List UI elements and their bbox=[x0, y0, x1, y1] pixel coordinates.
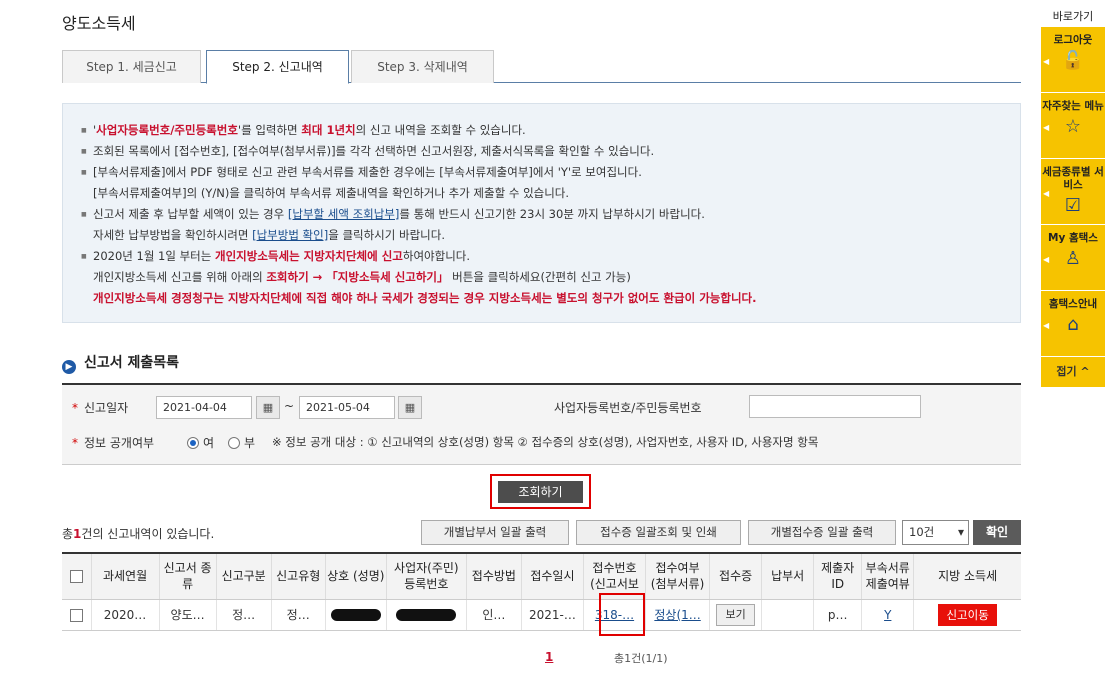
date-range-tilde: ~ bbox=[284, 399, 295, 413]
tab-step1[interactable]: Step 1. 세금신고 bbox=[62, 50, 201, 83]
cell-name-redacted bbox=[325, 599, 387, 631]
quick-logout[interactable]: ◀ 로그아웃 🔓 bbox=[1041, 27, 1105, 93]
date-from-input[interactable]: 2021-04-04 bbox=[156, 396, 252, 419]
home-icon: ⌂ bbox=[1067, 314, 1079, 335]
calendar-icon[interactable]: ▦ bbox=[256, 396, 280, 419]
col-header: 신고유형 bbox=[271, 552, 326, 600]
info-line: [부속서류제출여부]의 (Y/N)을 클릭하여 부속서류 제출내역을 확인하거나… bbox=[93, 186, 570, 200]
calendar-icon[interactable]: ▦ bbox=[398, 396, 422, 419]
cell-division: 정… bbox=[216, 599, 272, 631]
info-line: '사업자등록번호/주민등록번호'를 입력하면 최대 1년치의 신고 내역을 조회… bbox=[81, 120, 1020, 141]
table-row: 2020… 양도… 정… 정… 인… 2021-… 318-… 정상(1… 보기… bbox=[62, 599, 1021, 631]
cell-kind: 양도… bbox=[159, 599, 217, 631]
result-count: 총1건의 신고내역이 있습니다. bbox=[62, 527, 215, 541]
col-header: 접수여부 (첨부서류) bbox=[645, 552, 711, 600]
row-checkbox[interactable] bbox=[62, 599, 92, 631]
page-title: 양도소득세 bbox=[62, 14, 136, 33]
info-line: 신고서 제출 후 납부할 세액이 있는 경우 [납부할 세액 조회납부]를 통해… bbox=[81, 204, 1020, 225]
quick-fold-button[interactable]: 접기 ^ bbox=[1041, 357, 1105, 387]
disclosure-note: ※ 정보 공개 대상 : ① 신고내역의 상호(성명) 항목 ② 접수증의 상호… bbox=[272, 435, 819, 449]
col-header: 납부서 bbox=[761, 552, 815, 600]
select-all-checkbox[interactable] bbox=[62, 552, 92, 600]
col-header: 부속서류 제출여뷰 bbox=[861, 552, 915, 600]
cell-type: 정… bbox=[271, 599, 326, 631]
star-icon: ☆ bbox=[1064, 116, 1082, 137]
date-to-input[interactable]: 2021-05-04 bbox=[299, 396, 395, 419]
info-line: 2020년 1월 1일 부터는 개인지방소득세는 지방자치단체에 신고하여야합니… bbox=[81, 246, 1020, 267]
disclosure-no-radio[interactable]: 부 bbox=[228, 434, 255, 451]
cell-id-redacted bbox=[386, 599, 467, 631]
receipt-no-highlight bbox=[599, 593, 645, 636]
cell-submitter: p… bbox=[813, 599, 863, 631]
info-box: '사업자등록번호/주민등록번호'를 입력하면 최대 1년치의 신고 내역을 조회… bbox=[62, 103, 1021, 323]
cell-attach[interactable]: Y bbox=[861, 599, 915, 631]
payment-method-link[interactable]: [납부방법 확인] bbox=[252, 228, 328, 242]
quick-my-hometax[interactable]: ◀ My 홈택스 ♙ bbox=[1041, 225, 1105, 291]
unlock-icon: 🔓 bbox=[1061, 50, 1085, 71]
view-receipt-button[interactable]: 보기 bbox=[716, 603, 755, 626]
disclosure-label: * 정보 공개여부 bbox=[72, 436, 155, 450]
col-header: 상호 (성명) bbox=[325, 552, 387, 600]
cell-payment bbox=[761, 599, 815, 631]
col-header: 접수증 bbox=[709, 552, 763, 600]
tab-step3[interactable]: Step 3. 삭제내역 bbox=[351, 50, 494, 83]
go-report-button[interactable]: 신고이동 bbox=[938, 603, 997, 626]
checklist-icon: ☑ bbox=[1064, 195, 1082, 216]
quick-menu: 바로가기 ◀ 로그아웃 🔓 ◀ 자주찾는 메뉴 ☆ ◀ 세금종류별 서비스 ☑ ◀ My 홈택… bbox=[1041, 8, 1105, 387]
date-label: * 신고일자 bbox=[72, 401, 129, 415]
attach-link[interactable]: Y bbox=[884, 608, 891, 622]
section-title: ▶ 신고서 제출목록 bbox=[62, 352, 179, 374]
id-number-input[interactable] bbox=[749, 395, 921, 418]
disclosure-yes-radio[interactable]: 여 bbox=[187, 434, 214, 451]
info-line: 자세한 납부방법을 확인하시려면 [납부방법 확인]을 클릭하시기 바랍니다. bbox=[93, 228, 445, 242]
cell-status[interactable]: 정상(1… bbox=[645, 599, 711, 631]
info-line: 조회된 목록에서 [접수번호], [접수여부(첨부서류)]를 각각 선택하면 신… bbox=[81, 141, 1020, 162]
col-header: 접수일시 bbox=[521, 552, 584, 600]
col-header: 사업자(주민) 등록번호 bbox=[386, 552, 467, 600]
page-size-select[interactable]: 10건 bbox=[902, 520, 969, 545]
info-line: [부속서류제출]에서 PDF 형태로 신고 관련 부속서류를 제출한 경우에는 … bbox=[81, 162, 1020, 183]
col-header: 접수방법 bbox=[466, 552, 522, 600]
arrow-circle-icon: ▶ bbox=[62, 360, 76, 374]
search-panel: * 신고일자 2021-04-04 ▦ ~ 2021-05-04 ▦ 사업자등록번… bbox=[62, 383, 1021, 465]
quick-tax-service[interactable]: ◀ 세금종류별 서비스 ☑ bbox=[1041, 159, 1105, 225]
status-link[interactable]: 정상(1… bbox=[654, 608, 700, 622]
info-line: 개인지방소득세 신고를 위해 아래의 조회하기 → 「지방소득세 신고하기」 버… bbox=[93, 270, 631, 284]
quick-favorites[interactable]: ◀ 자주찾는 메뉴 ☆ bbox=[1041, 93, 1105, 159]
col-header: 과세연월 bbox=[91, 552, 160, 600]
bulk-receipt-print-button[interactable]: 개별접수증 일괄 출력 bbox=[748, 520, 896, 545]
tab-step2[interactable]: Step 2. 신고내역 bbox=[206, 50, 349, 84]
col-header: 신고구분 bbox=[216, 552, 272, 600]
step-tabs: Step 1. 세금신고 Step 2. 신고내역 Step 3. 삭제내역 bbox=[62, 50, 1021, 84]
col-header: 신고서 종류 bbox=[159, 552, 217, 600]
quick-hometax-guide[interactable]: ◀ 홈택스안내 ⌂ bbox=[1041, 291, 1105, 357]
col-header: 제출자 ID bbox=[813, 552, 863, 600]
search-button[interactable]: 조회하기 bbox=[498, 481, 583, 503]
bulk-payment-print-button[interactable]: 개별납부서 일괄 출력 bbox=[421, 520, 569, 545]
page-link-1[interactable]: 1 bbox=[545, 650, 553, 664]
search-button-highlight: 조회하기 bbox=[490, 474, 591, 509]
info-line: 개인지방소득세 경정청구는 지방자치단체에 직접 해야 하나 국세가 경정되는 … bbox=[93, 291, 757, 305]
tax-payment-link[interactable]: [납부할 세액 조회납부] bbox=[288, 207, 400, 221]
quick-menu-title: 바로가기 bbox=[1052, 10, 1094, 23]
confirm-button[interactable]: 확인 bbox=[973, 520, 1021, 545]
cell-receipt: 보기 bbox=[709, 599, 763, 631]
user-icon: ♙ bbox=[1064, 248, 1082, 269]
cell-period: 2020… bbox=[91, 599, 160, 631]
cell-method: 인… bbox=[466, 599, 522, 631]
page-total: 총1건(1/1) bbox=[614, 652, 668, 665]
cell-datetime: 2021-… bbox=[521, 599, 584, 631]
bulk-receipt-button[interactable]: 접수증 일괄조회 및 인쇄 bbox=[576, 520, 741, 545]
cell-local-tax: 신고이동 bbox=[913, 599, 1021, 631]
submission-table: 과세연월 신고서 종류 신고구분 신고유형 상호 (성명) 사업자(주민) 등록… bbox=[62, 552, 1021, 631]
col-header: 지방 소득세 bbox=[913, 552, 1021, 600]
id-label: 사업자등록번호/주민등록번호 bbox=[554, 401, 702, 415]
